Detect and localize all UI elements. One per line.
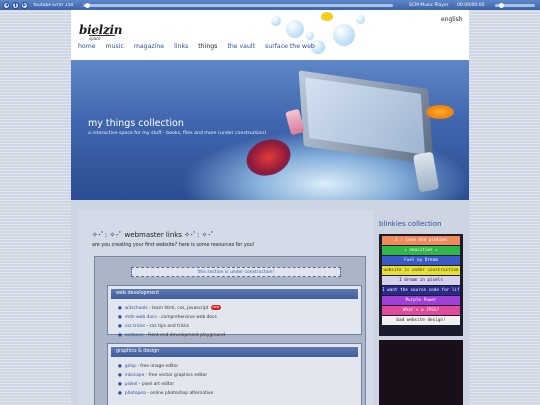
construction-notice: this section is under construction!: [131, 267, 341, 277]
content-column: ✧･ﾟ: ✧･ﾟ webmaster links ✧･ﾟ: ✧･ﾟ are yo…: [78, 210, 373, 405]
volume-knob[interactable]: [499, 2, 504, 8]
nav-things[interactable]: things: [198, 43, 217, 50]
blinkies-title: blinkies collection: [379, 220, 442, 228]
category-title: graphics & design: [111, 347, 358, 357]
bullet-icon: ●: [118, 382, 122, 387]
hero-subtitle: a interactive space for my stuff - books…: [88, 131, 267, 136]
link-description: - free vector graphics editor: [144, 373, 208, 378]
nav-home[interactable]: home: [78, 43, 96, 50]
blinkie-badge: Purple Power: [382, 296, 460, 305]
blinkie-badge: Fuel by Dream: [382, 256, 460, 265]
bullet-icon: ●: [118, 306, 122, 311]
main-nav: home music magazine links things the vau…: [78, 43, 315, 50]
bullet-icon: ●: [118, 333, 122, 338]
page-container: bielzin space english home music magazin…: [71, 10, 469, 405]
blinkie-badge: website is under construction: [382, 266, 460, 275]
player-name: SCM Music Player: [409, 2, 449, 8]
link-codepen[interactable]: codepen: [125, 333, 144, 338]
list-item: ● w3schools - learn html, css, javascript…: [118, 304, 361, 313]
link-description: - free image editor: [135, 364, 179, 369]
next-button[interactable]: ▶: [21, 1, 28, 9]
new-badge: new: [210, 305, 222, 310]
list-item: ● gimp - free image editor: [118, 362, 361, 371]
site-header: bielzin space english home music magazin…: [71, 10, 469, 60]
bubble-decoration: [271, 16, 281, 26]
nav-the-vault[interactable]: the vault: [227, 43, 255, 50]
progress-slider[interactable]: [83, 2, 393, 8]
nav-music[interactable]: music: [106, 43, 124, 50]
bullet-icon: ●: [118, 315, 122, 320]
track-title: Youtube Error 150: [33, 2, 74, 8]
link-gimp[interactable]: gimp: [125, 364, 136, 369]
bullet-icon: ●: [118, 324, 122, 329]
link-css-tricks[interactable]: css tricks: [125, 324, 145, 329]
section-subtitle: are you creating your first website? her…: [92, 243, 255, 248]
next-icon: ▶: [22, 2, 27, 7]
list-item: ● mdn web docs - comprehensive web docs: [118, 313, 361, 322]
progress-knob[interactable]: [85, 2, 90, 8]
blinkies-list: I ♡ love the pinkies ✦ neocities ✦ Fuel by…: [379, 234, 463, 336]
link-description: - learn html, css, javascript: [147, 306, 209, 311]
pause-button[interactable]: ❚: [12, 1, 19, 9]
language-link[interactable]: english: [441, 16, 463, 23]
link-description: - pixel art editor: [137, 382, 175, 387]
link-description: - front-end development playground: [143, 333, 225, 338]
link-description: - comprehensive web docs: [156, 315, 217, 320]
rubber-duck-icon: [321, 12, 333, 21]
previous-icon: ◀: [4, 2, 9, 7]
goldfish-image: [426, 105, 454, 119]
list-item: ● piskel - pixel art editor: [118, 380, 361, 389]
link-inkscape[interactable]: inkscape: [125, 373, 144, 378]
list-item: ● css tricks - css tips and tricks: [118, 322, 361, 331]
pause-icon: ❚: [13, 2, 18, 7]
blinkie-badge: I dream in pixels: [382, 276, 460, 285]
list-item: ● codepen - front-end development playgro…: [118, 331, 361, 340]
link-description: - css tips and tricks: [145, 324, 190, 329]
blinkie-badge: I ♡ love the pinkies: [382, 236, 460, 245]
nav-magazine[interactable]: magazine: [134, 43, 164, 50]
category-box-graphics-design: graphics & design ● gimp - free image edi…: [107, 343, 362, 405]
volume-slider[interactable]: [495, 2, 535, 8]
link-photopea[interactable]: photopea: [125, 391, 146, 396]
category-title: web development: [111, 289, 358, 299]
blinkie-badge: ✦ neocities ✦: [382, 246, 460, 255]
link-mdn-web-docs[interactable]: mdn web docs: [125, 315, 157, 320]
category-box-web-development: web development ● w3schools - learn html,…: [107, 285, 362, 338]
hero-title: my things collection: [88, 118, 184, 129]
player-time: 00:00/00:00: [457, 2, 485, 8]
links-panel[interactable]: this section is under construction! web …: [94, 256, 366, 405]
blinkie-badge: What's a JPEG?: [382, 306, 460, 315]
music-player: ◀ ❚ ▶ Youtube Error 150 SCM Music Player…: [0, 0, 540, 10]
list-item: ● inkscape - free vector graphics editor: [118, 371, 361, 380]
bubble-decoration: [306, 32, 314, 40]
blinkies-image-block: [379, 340, 463, 405]
nav-links[interactable]: links: [174, 43, 188, 50]
site-logo[interactable]: bielzin space: [79, 23, 122, 41]
bubble-decoration: [356, 15, 365, 24]
bullet-icon: ●: [118, 364, 122, 369]
link-description: - online photoshop alternative: [145, 391, 214, 396]
bullet-icon: ●: [118, 391, 122, 396]
logo-text: bielzin: [79, 23, 123, 37]
main-content: ✧･ﾟ: ✧･ﾟ webmaster links ✧･ﾟ: ✧･ﾟ are yo…: [71, 200, 469, 405]
section-title: ✧･ﾟ: ✧･ﾟ webmaster links ✧･ﾟ: ✧･ﾟ: [92, 231, 215, 239]
link-piskel[interactable]: piskel: [125, 382, 138, 387]
list-item: ● photopea - online photoshop alternative: [118, 389, 361, 398]
hero-banner: my things collection a interactive space…: [71, 60, 469, 200]
bubble-decoration: [333, 24, 355, 46]
bullet-icon: ●: [118, 373, 122, 378]
link-w3schools[interactable]: w3schools: [125, 306, 148, 311]
sidebar: blinkies collection I ♡ love the pinkies…: [377, 200, 469, 405]
blinkie-badge: I want the source code for life: [382, 286, 460, 295]
bubble-decoration: [286, 20, 304, 38]
nav-surface-the-web[interactable]: surface the web: [265, 43, 315, 50]
previous-button[interactable]: ◀: [3, 1, 10, 9]
blinkie-badge: bad website design!: [382, 316, 460, 325]
